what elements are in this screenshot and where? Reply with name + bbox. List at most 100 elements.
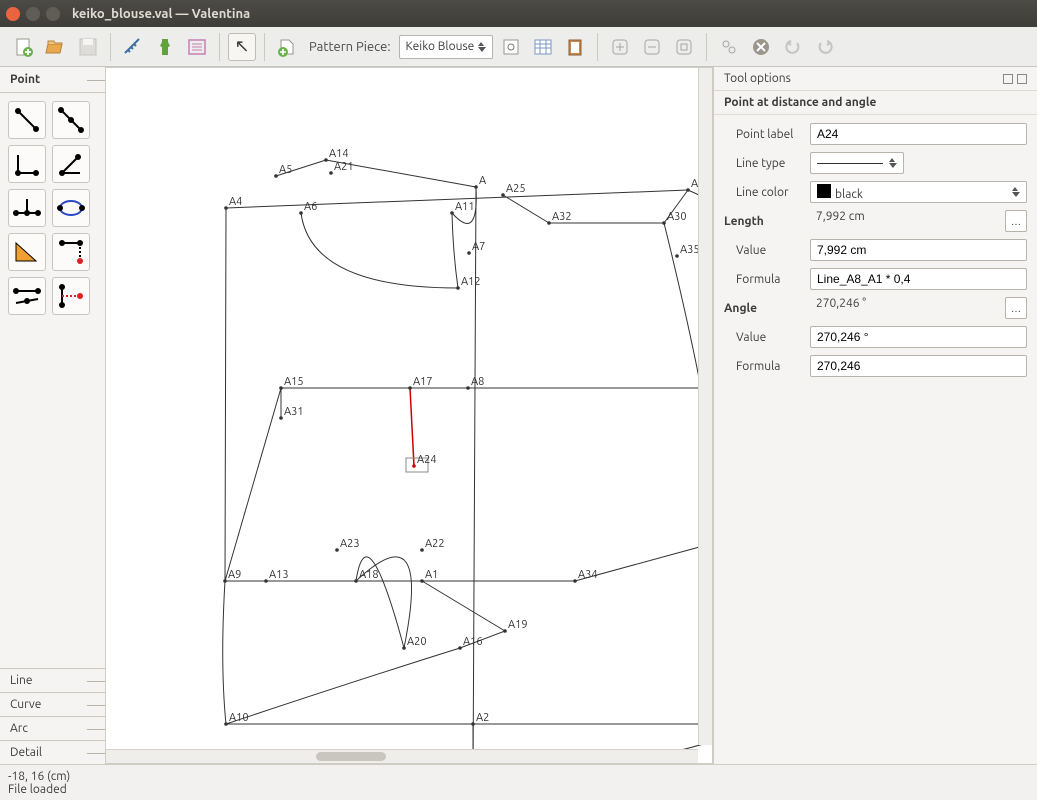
new-pattern-piece-button[interactable] [273, 33, 301, 61]
angle-value-input[interactable] [810, 326, 1027, 348]
pointer-tool-button[interactable]: ↖ [228, 33, 256, 61]
window-close-icon[interactable] [6, 7, 20, 21]
point-label-A7: A7 [472, 241, 485, 253]
palette-tab-curve[interactable]: Curve [0, 692, 105, 716]
point-label-A5: A5 [279, 164, 292, 176]
point-label-A12: A12 [461, 276, 481, 288]
palette-tab-arc[interactable]: Arc [0, 716, 105, 740]
point-label-A1: A1 [425, 569, 438, 581]
angle-value-label: Value [724, 331, 800, 344]
pattern-piece-label: Pattern Piece: [309, 40, 391, 54]
point-label-A32: A32 [552, 211, 572, 223]
point-label-A14: A14 [329, 148, 349, 160]
angle-heading: Angle [724, 302, 800, 315]
cursor-coordinates: -18, 16 (cm) [8, 770, 1029, 783]
tool-perpendicular[interactable] [8, 189, 46, 227]
line-type-select[interactable] [810, 152, 904, 174]
horizontal-scrollbar[interactable] [106, 749, 698, 763]
point-label-A8: A8 [471, 376, 484, 388]
window-title: keiko_blouse.val — Valentina [72, 7, 250, 21]
point-label-A2: A2 [476, 712, 489, 724]
drawing-canvas[interactable]: A4A5A14A21A6AA25A11A7A12A32A30A29A26A35A… [105, 67, 713, 764]
measurements-button[interactable] [119, 33, 147, 61]
stop-button[interactable] [747, 33, 775, 61]
open-file-button[interactable] [42, 33, 70, 61]
redo-button[interactable] [811, 33, 839, 61]
line-color-label: Line color [724, 186, 800, 199]
angle-formula-input[interactable] [810, 355, 1027, 377]
length-formula-input[interactable] [810, 268, 1027, 290]
tool-triangle[interactable] [8, 233, 46, 271]
zoom-fit-button[interactable] [670, 33, 698, 61]
point-label-A19: A19 [508, 619, 528, 631]
point-label-A30: A30 [667, 211, 687, 223]
point-label-A15: A15 [284, 376, 304, 388]
line-color-select[interactable]: black [810, 181, 1027, 203]
point-label-A: A [479, 175, 486, 187]
clipboard-button[interactable] [561, 33, 589, 61]
window-minimize-icon[interactable] [26, 7, 40, 21]
palette-tab-point[interactable]: Point [0, 67, 105, 93]
angle-formula-label: Formula [724, 360, 800, 373]
vertical-scrollbar[interactable] [698, 68, 712, 745]
tool-angle[interactable] [52, 145, 90, 183]
point-label-A11: A11 [455, 201, 475, 213]
body-button[interactable] [151, 33, 179, 61]
tool-intersect[interactable] [8, 277, 46, 315]
point-label-input[interactable] [810, 123, 1027, 145]
point-label-A21: A21 [334, 161, 354, 173]
point-label-A34: A34 [578, 569, 598, 581]
point-label-A17: A17 [413, 376, 433, 388]
point-label-A13: A13 [269, 569, 289, 581]
tool-options-subtitle: Point at distance and angle [714, 91, 1037, 115]
point-label-A20: A20 [407, 636, 427, 648]
palette-tab-detail[interactable]: Detail [0, 740, 105, 764]
status-message: File loaded [8, 783, 1029, 796]
point-label-label: Point label [724, 128, 800, 141]
angle-more-button[interactable]: … [1005, 297, 1027, 319]
zoom-in-button[interactable] [606, 33, 634, 61]
undo-button[interactable] [779, 33, 807, 61]
history-button[interactable] [183, 33, 211, 61]
palette-tab-line[interactable]: Line [0, 668, 105, 692]
point-label-A25: A25 [506, 183, 526, 195]
new-file-button[interactable] [10, 33, 38, 61]
tool-point-of-contact[interactable] [52, 277, 90, 315]
length-value-label: Value [724, 244, 800, 257]
status-bar: -18, 16 (cm) File loaded [0, 764, 1037, 800]
point-label-A10: A10 [229, 712, 249, 724]
options-button[interactable] [497, 33, 525, 61]
angle-display: 270,246 ° [810, 297, 995, 319]
point-label-A16: A16 [463, 636, 483, 648]
titlebar: keiko_blouse.val — Valentina [0, 0, 1037, 27]
point-label-A6: A6 [304, 201, 317, 213]
length-formula-label: Formula [724, 273, 800, 286]
pattern-piece-select[interactable]: Keiko Blouse [399, 35, 494, 59]
close-panel-icon[interactable] [1017, 74, 1027, 84]
tool-bisector[interactable] [52, 189, 90, 227]
tool-midpoint[interactable] [52, 101, 90, 139]
zoom-out-button[interactable] [638, 33, 666, 61]
window-maximize-icon[interactable] [46, 7, 60, 21]
dock-icon[interactable] [1003, 74, 1013, 84]
tool-shoulder[interactable] [52, 233, 90, 271]
line-type-label: Line type [724, 157, 800, 170]
point-label-A24: A24 [417, 454, 437, 466]
pointer-icon: ↖ [234, 36, 249, 57]
table-button[interactable] [529, 33, 557, 61]
canvas-area: A4A5A14A21A6AA25A11A7A12A32A30A29A26A35A… [105, 67, 713, 764]
tool-segment[interactable] [8, 101, 46, 139]
tool-options-title: Tool options [724, 72, 791, 85]
tool-options-panel: Tool options Point at distance and angle… [713, 67, 1037, 764]
point-label-A35: A35 [680, 244, 700, 256]
point-label-A23: A23 [340, 538, 360, 550]
tool-endline[interactable] [8, 145, 46, 183]
save-file-button[interactable] [74, 33, 102, 61]
length-value-input[interactable] [810, 239, 1027, 261]
point-label-A18: A18 [359, 569, 379, 581]
zoom-original-button[interactable] [715, 33, 743, 61]
pattern-piece-value: Keiko Blouse [406, 40, 475, 53]
length-more-button[interactable]: … [1005, 210, 1027, 232]
point-label-A31: A31 [284, 406, 304, 418]
length-display: 7,992 cm [810, 210, 995, 232]
